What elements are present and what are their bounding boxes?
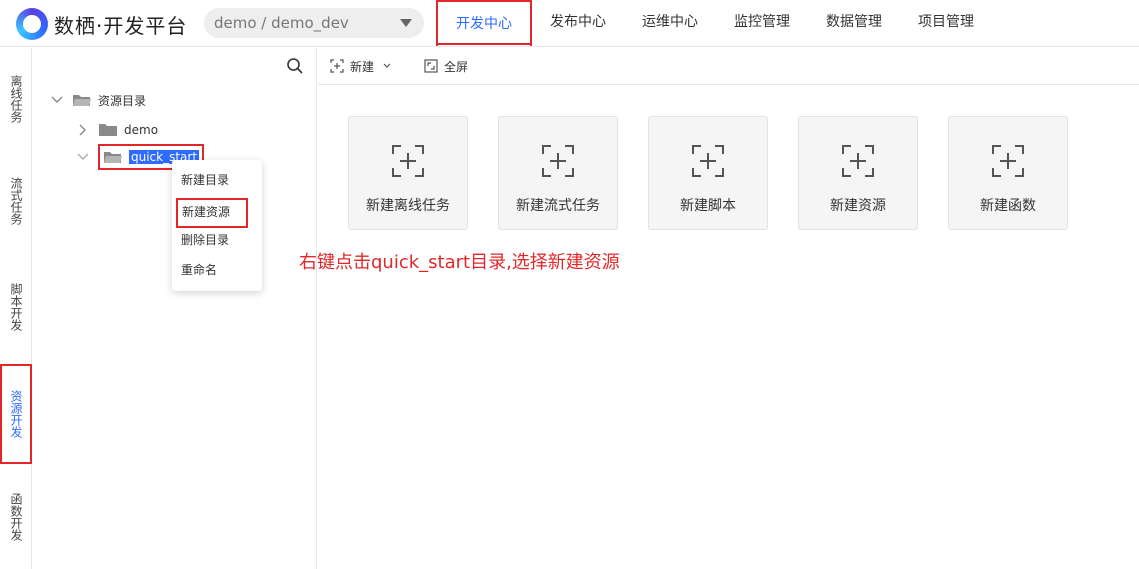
search-icon[interactable] — [286, 57, 304, 75]
nav-release-center[interactable]: 发布中心 — [532, 0, 624, 46]
sidebar-item-script-dev[interactable]: 脚本开发 — [0, 274, 32, 340]
instruction-annotation: 右键点击quick_start目录,选择新建资源 — [299, 252, 620, 273]
folder-open-icon — [73, 95, 91, 106]
folder-open-icon — [104, 152, 122, 163]
context-menu: 新建目录 新建资源 删除目录 重命名 — [172, 160, 262, 291]
card-label: 新建流式任务 — [516, 198, 600, 214]
chevron-right-icon[interactable] — [76, 123, 90, 137]
new-dropdown-button[interactable]: 新建 — [330, 58, 392, 75]
tree-node-root[interactable]: 资源目录 — [50, 90, 146, 110]
card-label: 新建脚本 — [680, 198, 736, 214]
sidebar-item-resource-dev[interactable]: 资源开发 — [0, 364, 32, 464]
brand-name: 数栖·开发平台 — [54, 13, 188, 38]
card-label: 新建函数 — [980, 198, 1036, 214]
chevron-down-icon[interactable] — [50, 93, 64, 107]
card-label: 新建资源 — [830, 198, 886, 214]
new-button-label: 新建 — [350, 59, 375, 74]
caret-down-icon — [400, 19, 412, 27]
menu-item-new-resource[interactable]: 新建资源 — [176, 198, 248, 228]
tree-node-root-label: 资源目录 — [98, 93, 147, 108]
add-box-icon — [992, 145, 1024, 177]
sidebar-item-offline-task[interactable]: 离线任务 — [0, 66, 32, 132]
resource-tree-panel: 资源目录 demo quick_start — [33, 48, 317, 569]
left-sidebar: 离线任务 流式任务 脚本开发 资源开发 函数开发 — [0, 48, 32, 569]
card-new-script[interactable]: 新建脚本 — [648, 116, 768, 230]
tree-node-demo[interactable]: demo — [76, 120, 158, 140]
card-new-offline-task[interactable]: 新建离线任务 — [348, 116, 468, 230]
top-bar: 数栖·开发平台 demo / demo_dev 开发中心 发布中心 运维中心 监… — [0, 0, 1139, 47]
add-box-icon — [392, 145, 424, 177]
card-new-stream-task[interactable]: 新建流式任务 — [498, 116, 618, 230]
add-box-icon — [692, 145, 724, 177]
logo-icon — [16, 8, 48, 40]
main-nav: 开发中心 发布中心 运维中心 监控管理 数据管理 项目管理 — [436, 0, 992, 47]
menu-item-new-folder[interactable]: 新建目录 — [172, 168, 262, 198]
menu-item-rename[interactable]: 重命名 — [172, 258, 262, 288]
main-toolbar: 新建 全屏 — [318, 48, 1139, 85]
nav-dev-center[interactable]: 开发中心 — [436, 0, 532, 46]
brand-logo[interactable]: 数栖·开发平台 — [16, 8, 187, 40]
fullscreen-icon — [424, 59, 438, 73]
card-new-resource[interactable]: 新建资源 — [798, 116, 918, 230]
project-select-value: demo / demo_dev — [214, 14, 349, 32]
tree-node-demo-label: demo — [124, 123, 159, 137]
nav-project-management[interactable]: 项目管理 — [900, 0, 992, 46]
sidebar-item-function-dev[interactable]: 函数开发 — [0, 484, 32, 550]
chevron-down-icon[interactable] — [76, 150, 90, 164]
add-box-icon — [330, 59, 344, 73]
add-box-icon — [842, 145, 874, 177]
nav-data-management[interactable]: 数据管理 — [808, 0, 900, 46]
chevron-down-icon — [383, 63, 391, 68]
card-new-function[interactable]: 新建函数 — [948, 116, 1068, 230]
quick-create-cards: 新建离线任务 新建流式任务 新建脚本 新建资源 新建函数 — [348, 116, 1098, 230]
sidebar-item-stream-task[interactable]: 流式任务 — [0, 168, 32, 234]
add-box-icon — [542, 145, 574, 177]
project-select[interactable]: demo / demo_dev — [204, 8, 424, 38]
card-label: 新建离线任务 — [366, 198, 450, 214]
fullscreen-button-label: 全屏 — [444, 59, 469, 74]
folder-icon — [99, 124, 117, 136]
menu-item-delete-folder[interactable]: 删除目录 — [172, 228, 262, 258]
nav-ops-center[interactable]: 运维中心 — [624, 0, 716, 46]
fullscreen-button[interactable]: 全屏 — [424, 58, 468, 75]
nav-monitor[interactable]: 监控管理 — [716, 0, 808, 46]
